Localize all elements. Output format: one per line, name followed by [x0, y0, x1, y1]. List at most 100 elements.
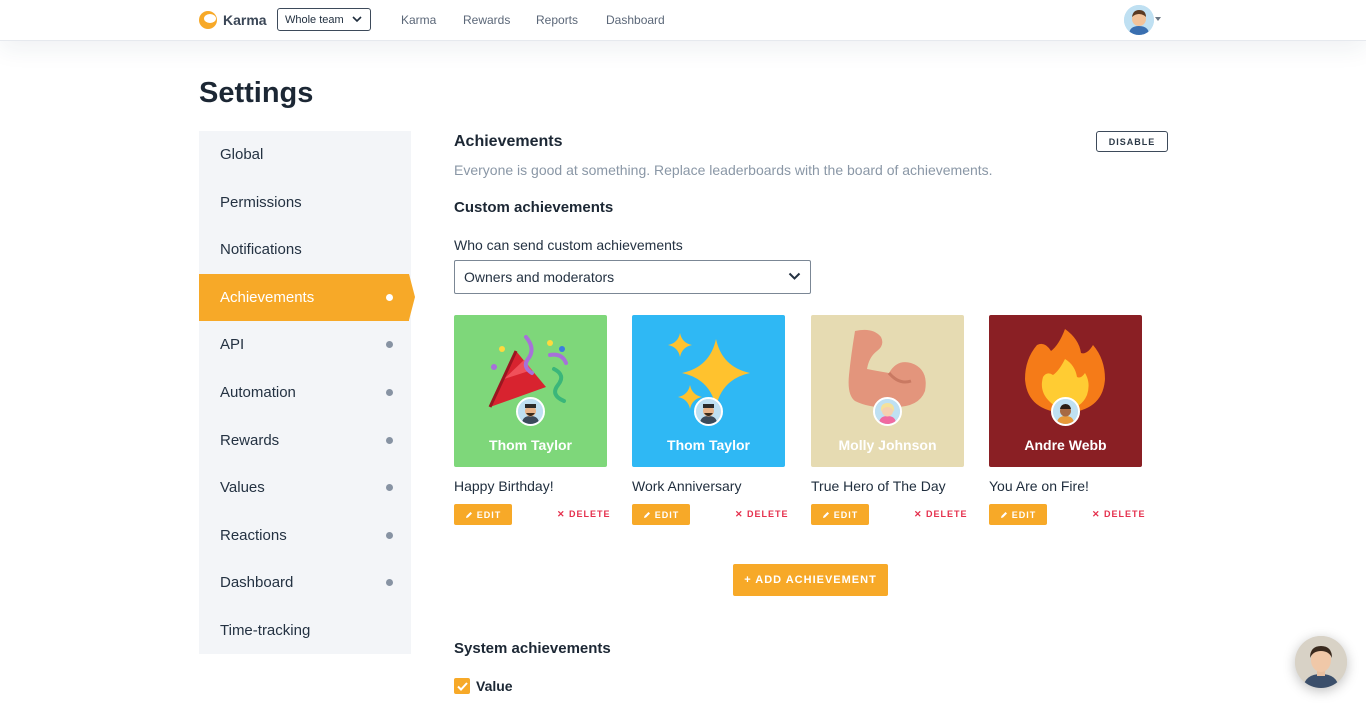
sidebar-item-label: Reactions	[220, 527, 287, 544]
close-icon: ✕	[914, 509, 927, 519]
team-select[interactable]: Whole team	[277, 8, 371, 31]
user-avatar[interactable]	[1124, 5, 1154, 35]
edit-button[interactable]: EDIT	[811, 504, 869, 525]
sidebar-item-dashboard[interactable]: Dashboard	[199, 559, 411, 606]
delete-button[interactable]: ✕ DELETE	[735, 509, 789, 520]
close-icon: ✕	[557, 509, 570, 519]
custom-achievements-heading: Custom achievements	[454, 199, 614, 216]
sidebar-item-rewards[interactable]: Rewards	[199, 417, 411, 464]
nav-rewards[interactable]: Rewards	[463, 13, 510, 27]
support-chat-avatar[interactable]	[1295, 636, 1347, 688]
check-icon	[456, 681, 468, 691]
nav-karma[interactable]: Karma	[401, 13, 436, 27]
sidebar-item-label: Automation	[220, 384, 296, 401]
support-avatar-icon	[1295, 636, 1347, 688]
delete-label: DELETE	[569, 509, 611, 519]
pencil-icon	[1000, 511, 1007, 518]
achievement-title: You Are on Fire!	[989, 478, 1089, 494]
user-avatar-icon	[1124, 5, 1154, 35]
sidebar-item-label: Notifications	[220, 241, 302, 258]
sidebar-item-label: Rewards	[220, 432, 280, 449]
achievement-title: Happy Birthday!	[454, 478, 554, 494]
avatar	[516, 397, 545, 426]
sidebar-item-permissions[interactable]: Permissions	[199, 179, 411, 226]
section-heading: Achievements	[454, 133, 563, 150]
sidebar-item-values[interactable]: Values	[199, 464, 411, 511]
sidebar-item-global[interactable]: Global	[199, 131, 411, 178]
edit-label: EDIT	[654, 509, 680, 520]
sidebar-item-reactions[interactable]: Reactions	[199, 512, 411, 559]
sidebar-item-label: Dashboard	[220, 574, 294, 591]
achievement-card: Andre Webb You Are on Fire! EDIT ✕ DELET…	[989, 315, 1145, 525]
checkbox[interactable]	[454, 678, 470, 694]
add-achievement-button[interactable]: + ADD ACHIEVEMENT	[733, 564, 888, 596]
achievement-person: Andre Webb	[1024, 437, 1107, 453]
system-achievements-heading: System achievements	[454, 640, 611, 657]
avatar	[694, 397, 723, 426]
status-dot	[386, 389, 393, 396]
close-icon: ✕	[1092, 509, 1105, 519]
nav-dashboard[interactable]: Dashboard	[606, 13, 665, 27]
user-menu-caret-icon[interactable]	[1155, 17, 1161, 21]
delete-label: DELETE	[1104, 509, 1146, 519]
achievement-title: True Hero of The Day	[811, 478, 946, 494]
edit-button[interactable]: EDIT	[632, 504, 690, 525]
disable-button[interactable]: DISABLE	[1096, 131, 1168, 152]
delete-button[interactable]: ✕ DELETE	[914, 509, 968, 520]
system-achievement-value[interactable]: Value	[454, 678, 513, 694]
karma-logo-icon	[199, 11, 217, 29]
sidebar-item-label: Time-tracking	[220, 622, 311, 639]
sidebar-item-label: Values	[220, 479, 265, 496]
achievement-person: Thom Taylor	[667, 437, 750, 453]
edit-button[interactable]: EDIT	[989, 504, 1047, 525]
achievement-person: Thom Taylor	[489, 437, 572, 453]
settings-sidebar: Global Permissions Notifications Achieve…	[199, 131, 415, 654]
sidebar-item-achievements[interactable]: Achievements	[199, 274, 415, 321]
achievement-title: Work Anniversary	[632, 478, 742, 494]
close-icon: ✕	[735, 509, 748, 519]
status-dot	[386, 484, 393, 491]
team-select-value: Whole team	[285, 13, 344, 26]
delete-label: DELETE	[747, 509, 789, 519]
avatar	[873, 397, 902, 426]
who-can-send-value: Owners and moderators	[464, 269, 615, 285]
top-navigation: Karma Whole team Karma Rewards Reports D…	[0, 0, 1366, 41]
achievement-tile[interactable]: Thom Taylor	[454, 315, 607, 467]
section-description: Everyone is good at something. Replace l…	[454, 162, 993, 178]
edit-button[interactable]: EDIT	[454, 504, 512, 525]
achievement-person: Molly Johnson	[838, 437, 937, 453]
karma-logo[interactable]: Karma	[199, 11, 267, 29]
avatar	[1051, 397, 1080, 426]
who-can-send-select[interactable]: Owners and moderators	[454, 260, 811, 294]
checkbox-label: Value	[476, 678, 513, 694]
pencil-icon	[822, 511, 829, 518]
pencil-icon	[465, 511, 472, 518]
chevron-down-icon	[352, 16, 362, 23]
sidebar-item-api[interactable]: API	[199, 321, 411, 368]
achievement-tile[interactable]: Thom Taylor	[632, 315, 785, 467]
delete-button[interactable]: ✕ DELETE	[557, 509, 611, 520]
delete-label: DELETE	[926, 509, 968, 519]
sidebar-item-automation[interactable]: Automation	[199, 369, 411, 416]
edit-label: EDIT	[1011, 509, 1037, 520]
status-dot	[386, 579, 393, 586]
page-title: Settings	[199, 77, 314, 109]
status-dot	[386, 294, 393, 301]
sidebar-item-label: Achievements	[220, 289, 315, 306]
achievement-card: Thom Taylor Happy Birthday! EDIT ✕ DELET…	[454, 315, 610, 525]
status-dot	[386, 532, 393, 539]
edit-label: EDIT	[476, 509, 502, 520]
sidebar-item-time-tracking[interactable]: Time-tracking	[199, 607, 411, 654]
sidebar-item-label: Permissions	[220, 194, 302, 211]
edit-label: EDIT	[833, 509, 859, 520]
achievement-tile[interactable]: Andre Webb	[989, 315, 1142, 467]
chevron-down-icon	[788, 272, 801, 280]
sidebar-item-label: API	[220, 336, 245, 353]
achievement-card: Molly Johnson True Hero of The Day EDIT …	[811, 315, 967, 525]
achievement-tile[interactable]: Molly Johnson	[811, 315, 964, 467]
nav-reports[interactable]: Reports	[536, 13, 578, 27]
sidebar-item-notifications[interactable]: Notifications	[199, 226, 411, 273]
delete-button[interactable]: ✕ DELETE	[1092, 509, 1146, 520]
sidebar-item-label: Global	[220, 146, 264, 163]
status-dot	[386, 341, 393, 348]
